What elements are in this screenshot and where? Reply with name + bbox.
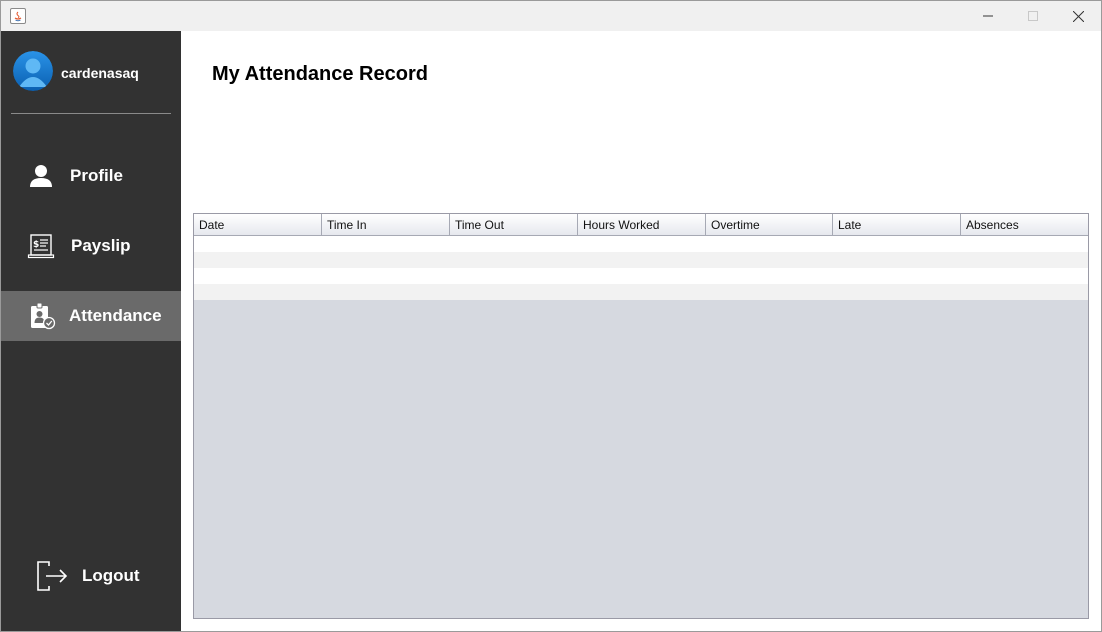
- column-header-date[interactable]: Date: [194, 214, 322, 236]
- svg-text:$: $: [33, 240, 39, 250]
- sidebar: cardenasaq Profile $ Payslip Attendance …: [1, 31, 181, 631]
- logout-icon: [35, 560, 69, 592]
- table-body: [194, 236, 1088, 300]
- java-app-icon: [10, 8, 26, 24]
- sidebar-divider: [11, 113, 171, 114]
- close-button[interactable]: [1055, 1, 1101, 31]
- attendance-icon: [28, 302, 56, 330]
- table-row[interactable]: [194, 284, 1088, 300]
- logout-label: Logout: [82, 566, 140, 585]
- minimize-icon: [983, 15, 993, 17]
- table-row[interactable]: [194, 268, 1088, 284]
- main-panel: My Attendance Record Date Time In Time O…: [181, 31, 1101, 631]
- column-header-absences[interactable]: Absences: [961, 214, 1088, 236]
- sidebar-item-attendance[interactable]: Attendance: [1, 291, 181, 341]
- sidebar-item-label: Payslip: [71, 236, 131, 255]
- page-title: My Attendance Record: [212, 63, 428, 85]
- table-row[interactable]: [194, 236, 1088, 252]
- table-row[interactable]: [194, 252, 1088, 268]
- maximize-icon: [1028, 11, 1038, 21]
- payslip-icon: $: [27, 232, 55, 260]
- avatar: [13, 51, 53, 91]
- column-header-time-out[interactable]: Time Out: [450, 214, 578, 236]
- title-bar: [1, 1, 1101, 31]
- close-icon: [1072, 10, 1084, 22]
- attendance-table[interactable]: Date Time In Time Out Hours Worked Overt…: [193, 213, 1089, 619]
- username: cardenasaq: [61, 65, 139, 81]
- column-header-hours-worked[interactable]: Hours Worked: [578, 214, 706, 236]
- app-window: cardenasaq Profile $ Payslip Attendance …: [0, 0, 1102, 632]
- user-avatar-icon: [13, 51, 53, 91]
- column-header-late[interactable]: Late: [833, 214, 961, 236]
- column-header-time-in[interactable]: Time In: [322, 214, 450, 236]
- maximize-button[interactable]: [1010, 1, 1056, 31]
- minimize-button[interactable]: [965, 1, 1011, 31]
- table-header: Date Time In Time Out Hours Worked Overt…: [194, 214, 1088, 236]
- user-icon: [27, 162, 55, 190]
- logout-button[interactable]: Logout: [1, 551, 181, 601]
- column-header-overtime[interactable]: Overtime: [706, 214, 833, 236]
- sidebar-item-profile[interactable]: Profile: [1, 151, 181, 201]
- sidebar-item-label: Profile: [70, 166, 123, 185]
- sidebar-item-payslip[interactable]: $ Payslip: [1, 221, 181, 271]
- sidebar-item-label: Attendance: [69, 306, 162, 325]
